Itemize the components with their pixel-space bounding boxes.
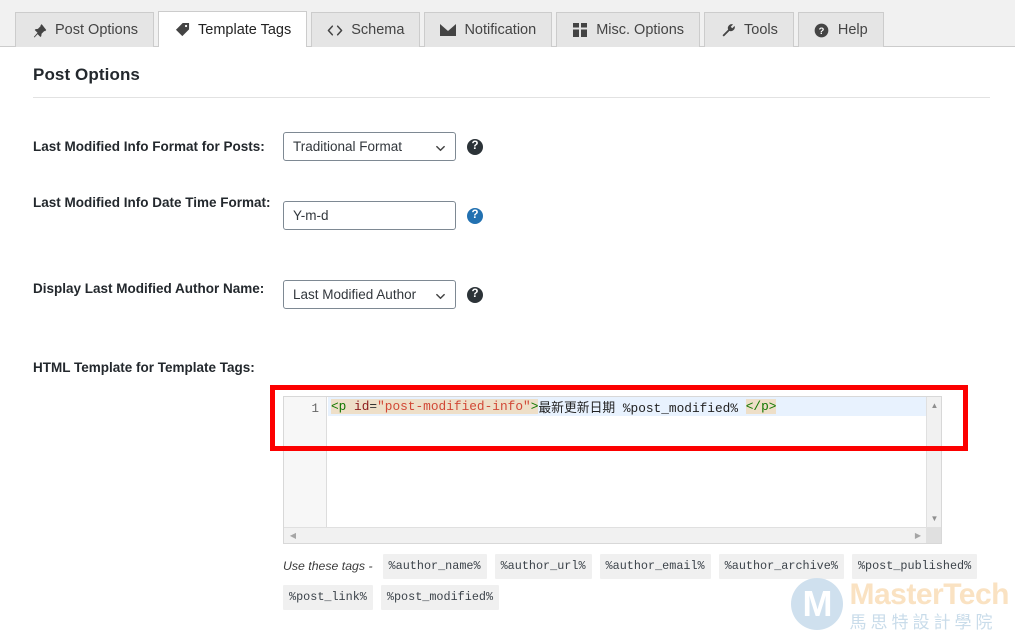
chevron-down-icon [435,289,446,300]
tab-schema[interactable]: Schema [311,12,421,47]
tag-chip-author-name[interactable]: %author_name% [382,554,487,579]
select-author-name-value: Last Modified Author [293,287,417,302]
code-token-text: 最新更新日期 %post_modified% [538,401,746,416]
grid-icon [572,22,588,38]
chevron-down-icon [435,141,446,152]
code-token-attr-name: id [354,399,370,414]
scroll-right-icon[interactable]: ▶ [911,528,925,543]
label-html-template: HTML Template for Template Tags: [33,360,255,375]
editor-code-area[interactable]: <p id = "post-modified-info" > 最新更新日期 %post_… [328,397,928,528]
tag-chip-post-modified[interactable]: %post_modified% [380,584,500,610]
tab-post-options[interactable]: Post Options [15,12,155,47]
tab-label: Misc. Options [596,22,685,38]
page-title: Post Options [33,65,140,84]
help-icon-date-format[interactable]: ? [467,208,483,224]
tag-icon [174,22,190,38]
tab-label: Template Tags [198,21,292,38]
label-author-name: Display Last Modified Author Name: [33,281,265,296]
code-token-closing-tag: </p> [745,399,777,414]
code-token-space [346,399,355,414]
editor-vertical-scrollbar[interactable]: ▲ ▼ [926,397,941,528]
label-date-format: Last Modified Info Date Time Format: [33,195,271,210]
scroll-down-icon[interactable]: ▼ [927,512,941,526]
select-author-name[interactable]: Last Modified Author [283,280,456,309]
tag-help-section: Use these tags - %author_name% %author_u… [283,554,983,610]
input-date-format[interactable] [283,201,456,230]
code-editor[interactable]: 1 <p id = "post-modified-info" > 最新更新日期 %pos… [283,396,942,544]
editor-gutter: 1 [284,397,327,528]
tab-label: Post Options [55,22,139,38]
svg-text:?: ? [819,26,825,36]
tab-label: Help [837,22,868,38]
code-token-equals: = [369,399,378,414]
tab-tools[interactable]: Tools [704,12,794,47]
select-post-format-value: Traditional Format [293,139,403,154]
tag-chip-author-email[interactable]: %author_email% [599,554,711,579]
tab-notification[interactable]: Notification [424,12,553,47]
tab-help[interactable]: ? Help [797,12,884,47]
tab-label: Notification [464,22,537,38]
code-icon [327,22,343,38]
select-post-format[interactable]: Traditional Format [283,132,456,161]
help-icon-author-name[interactable]: ? [467,287,483,303]
help-icon-post-format[interactable]: ? [467,139,483,155]
envelope-icon [440,22,457,38]
editor-scroll-corner [926,527,941,543]
editor-code-line[interactable]: <p id = "post-modified-info" > 最新更新日期 %post_… [328,397,928,416]
tag-chip-author-archive[interactable]: %author_archive% [718,554,844,579]
wrench-icon [720,22,736,38]
code-token-tag-open: <p [331,399,347,414]
settings-page: Post Options Template Tags Schema Notifi… [0,0,1015,634]
tab-template-tags[interactable]: Template Tags [158,11,308,47]
tab-label: Schema [351,22,405,38]
code-token-tag-close-bracket: > [530,399,539,414]
scroll-up-icon[interactable]: ▲ [927,399,941,413]
tab-misc-options[interactable]: Misc. Options [556,12,701,47]
tag-help-prefix: Use these tags - [283,558,373,573]
question-icon: ? [814,22,830,38]
tab-label: Tools [744,22,778,38]
tag-chip-author-url[interactable]: %author_url% [494,554,592,579]
pin-icon [31,22,47,38]
tag-chip-post-published[interactable]: %post_published% [851,554,978,579]
label-post-format: Last Modified Info Format for Posts: [33,139,265,154]
editor-horizontal-scrollbar[interactable]: ◀ ▶ [284,527,941,543]
title-divider [33,97,990,98]
tag-chip-post-link[interactable]: %post_link% [283,584,373,610]
editor-line-number: 1 [311,402,319,416]
panel-template-tags: Post Options Last Modified Info Format f… [0,47,1015,634]
tab-bar: Post Options Template Tags Schema Notifi… [0,0,1015,47]
scroll-left-icon[interactable]: ◀ [286,528,300,543]
tag-help-line: Use these tags - %author_name% %author_u… [283,554,983,610]
code-token-attr-value: "post-modified-info" [377,399,531,414]
